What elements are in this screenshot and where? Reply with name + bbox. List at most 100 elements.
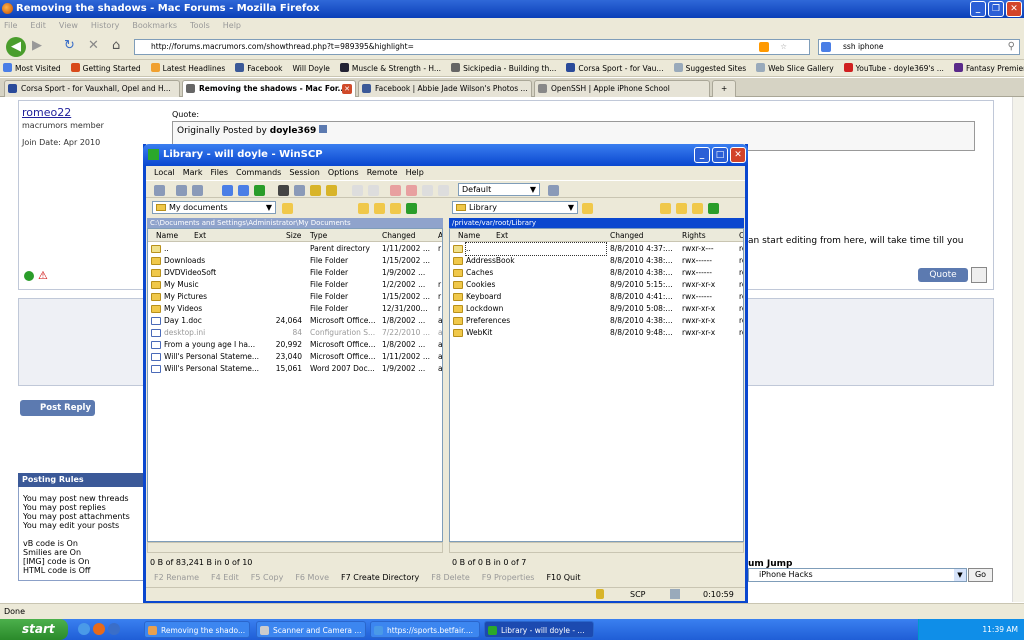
terminal-icon[interactable] (278, 185, 289, 196)
view-post-icon[interactable] (319, 125, 328, 133)
post-reply-button[interactable]: Post Reply (20, 400, 95, 416)
remote-file-row[interactable]: Lockdown 8/9/2010 5:08:... rwxr-xr-x ro (450, 303, 743, 315)
queue-down-icon[interactable] (406, 185, 417, 196)
multi-quote-button[interactable] (971, 267, 987, 283)
reload-button[interactable]: ↻ (64, 38, 75, 54)
menu-bookmarks[interactable]: Bookmarks (132, 18, 177, 33)
remote-file-row[interactable]: AddressBook 8/8/2010 4:38:... rwx------ ro (450, 255, 743, 267)
menu-mark[interactable]: Mark (183, 166, 203, 180)
menu-edit[interactable]: Edit (30, 18, 46, 33)
putty-icon[interactable] (294, 185, 305, 196)
bookmark-item[interactable]: Getting Started (70, 60, 141, 76)
local-file-panel[interactable]: Name Ext Size Type Changed A .. Parent di… (147, 228, 443, 542)
remote-home-directory-icon[interactable] (692, 203, 703, 214)
refresh-local-icon[interactable] (406, 203, 417, 214)
rss-icon[interactable] (759, 42, 769, 52)
bookmark-item[interactable]: Will Doyle (293, 60, 330, 76)
sync-browse-icon[interactable] (238, 185, 249, 196)
bookmark-item[interactable]: Fantasy Premier Leag... (953, 60, 1024, 76)
menu-local[interactable]: Local (154, 166, 175, 180)
close-button[interactable]: ✕ (1006, 1, 1022, 17)
chevron-down-icon[interactable]: ▼ (954, 569, 966, 581)
minimize-button[interactable]: _ (970, 1, 986, 17)
bookmark-item[interactable]: Facebook (235, 60, 283, 76)
stop-button[interactable]: ✕ (88, 38, 99, 54)
f8-delete-button[interactable]: F8 Delete (431, 571, 470, 585)
tab-openssh[interactable]: OpenSSH | Apple iPhone School (534, 80, 710, 97)
bookmark-item[interactable]: Sickipedia - Building th... (451, 60, 556, 76)
menu-tools[interactable]: Tools (190, 18, 210, 33)
remote-file-row[interactable]: Caches 8/8/2010 4:38:... rwx------ ro (450, 267, 743, 279)
bookmark-item[interactable]: YouTube - doyle369's ... (843, 60, 944, 76)
compare-icon[interactable] (192, 185, 203, 196)
remote-file-row[interactable]: Cookies 8/9/2010 5:15:... rwxr-xr-x ro (450, 279, 743, 291)
sync-icon[interactable] (222, 185, 233, 196)
winscp-maximize-button[interactable]: □ (712, 147, 728, 163)
queue-icon[interactable] (176, 185, 187, 196)
remote-horizontal-scrollbar[interactable] (449, 542, 744, 553)
col-changed[interactable]: Changed (610, 231, 643, 240)
firefox-quicklaunch-icon[interactable] (93, 623, 105, 635)
taskbar-scanner[interactable]: Scanner and Camera ... (256, 621, 366, 638)
menu-session[interactable]: Session (289, 166, 320, 180)
open-directory-icon[interactable] (282, 203, 293, 214)
col-size[interactable]: Size (286, 231, 301, 240)
local-file-row[interactable]: DVDVideoSoft File Folder 1/9/2002 ... (148, 267, 442, 279)
bookmark-star-icon[interactable]: ☆ (780, 40, 787, 54)
root-directory-icon[interactable] (374, 203, 385, 214)
code-rule[interactable]: [IMG] code is On (23, 557, 89, 566)
select-icon[interactable] (352, 185, 363, 196)
close-tab-icon[interactable]: ✕ (342, 84, 352, 94)
back-button[interactable]: ◀ (6, 37, 26, 57)
col-ext[interactable]: Ext (194, 231, 206, 240)
menu-commands[interactable]: Commands (236, 166, 281, 180)
col-attr[interactable]: A (438, 231, 442, 240)
ie-icon[interactable] (78, 623, 90, 635)
local-file-row[interactable]: Day 1.doc 24,064 Microsoft Office... 1/8/20… (148, 315, 442, 327)
menu-remote[interactable]: Remote (367, 166, 398, 180)
google-icon[interactable] (821, 42, 831, 52)
forum-jump-select[interactable]: iPhone Hacks ▼ (748, 568, 967, 582)
menu-file[interactable]: File (4, 18, 17, 33)
queue-up-icon[interactable] (390, 185, 401, 196)
local-file-row[interactable]: My Music File Folder 1/2/2002 ... r (148, 279, 442, 291)
local-file-row[interactable]: Downloads File Folder 1/15/2002 ... (148, 255, 442, 267)
clock[interactable]: 11:39 AM (982, 625, 1018, 634)
remote-file-row[interactable]: WebKit 8/8/2010 9:48:... rwxr-xr-x ro (450, 327, 743, 339)
col-rights[interactable]: Rights (682, 231, 706, 240)
remote-parent-directory-icon[interactable] (660, 203, 671, 214)
search-input[interactable]: ssh iphone ⚲ (818, 39, 1020, 55)
preferences-icon[interactable] (154, 185, 165, 196)
remote-directory-select[interactable]: Library ▼ (452, 201, 578, 214)
local-file-row[interactable]: My Videos File Folder 12/31/200... r (148, 303, 442, 315)
new-tab-button[interactable]: + (712, 80, 736, 97)
tab-removing-shadows[interactable]: Removing the shadows - Mac For... ✕ (182, 80, 356, 98)
refresh-remote-icon[interactable] (708, 203, 719, 214)
open-remote-directory-icon[interactable] (582, 203, 593, 214)
remote-file-panel[interactable]: Name Ext Changed Rights O ..8/8/2010 4:3… (449, 228, 744, 542)
local-file-row[interactable]: From a young age I ha... 20,992 Microsoft … (148, 339, 442, 351)
local-file-row[interactable]: .. Parent directory 1/11/2002 ... r (148, 243, 442, 255)
menu-help[interactable]: Help (223, 18, 241, 33)
code-rule[interactable]: Smilies are On (23, 548, 81, 557)
col-ext[interactable]: Ext (496, 231, 508, 240)
f4-edit-button[interactable]: F4 Edit (211, 571, 239, 585)
col-changed[interactable]: Changed (382, 231, 415, 240)
menu-options[interactable]: Options (328, 166, 359, 180)
report-post-icon[interactable]: ⚠ (38, 269, 48, 282)
remote-file-row[interactable]: Keyboard 8/8/2010 4:41:... rwx------ ro (450, 291, 743, 303)
winscp-close-button[interactable]: ✕ (730, 147, 746, 163)
menu-history[interactable]: History (91, 18, 119, 33)
f5-copy-button[interactable]: F5 Copy (251, 571, 284, 585)
quote-button[interactable]: Quote (918, 268, 968, 282)
col-name[interactable]: Name (458, 231, 480, 240)
unselect-icon[interactable] (368, 185, 379, 196)
menu-files[interactable]: Files (210, 166, 228, 180)
taskbar-firefox[interactable]: Removing the shado... (144, 621, 250, 638)
transfer-settings-select[interactable]: Default ▼ (458, 183, 540, 196)
local-directory-select[interactable]: My documents ▼ (152, 201, 276, 214)
forward-button[interactable]: ▶ (32, 38, 42, 54)
url-bar[interactable]: http://forums.macrumors.com/showthread.p… (134, 39, 810, 55)
search-magnifier-icon[interactable]: ⚲ (1008, 40, 1015, 54)
maximize-button[interactable]: ❐ (988, 1, 1004, 17)
